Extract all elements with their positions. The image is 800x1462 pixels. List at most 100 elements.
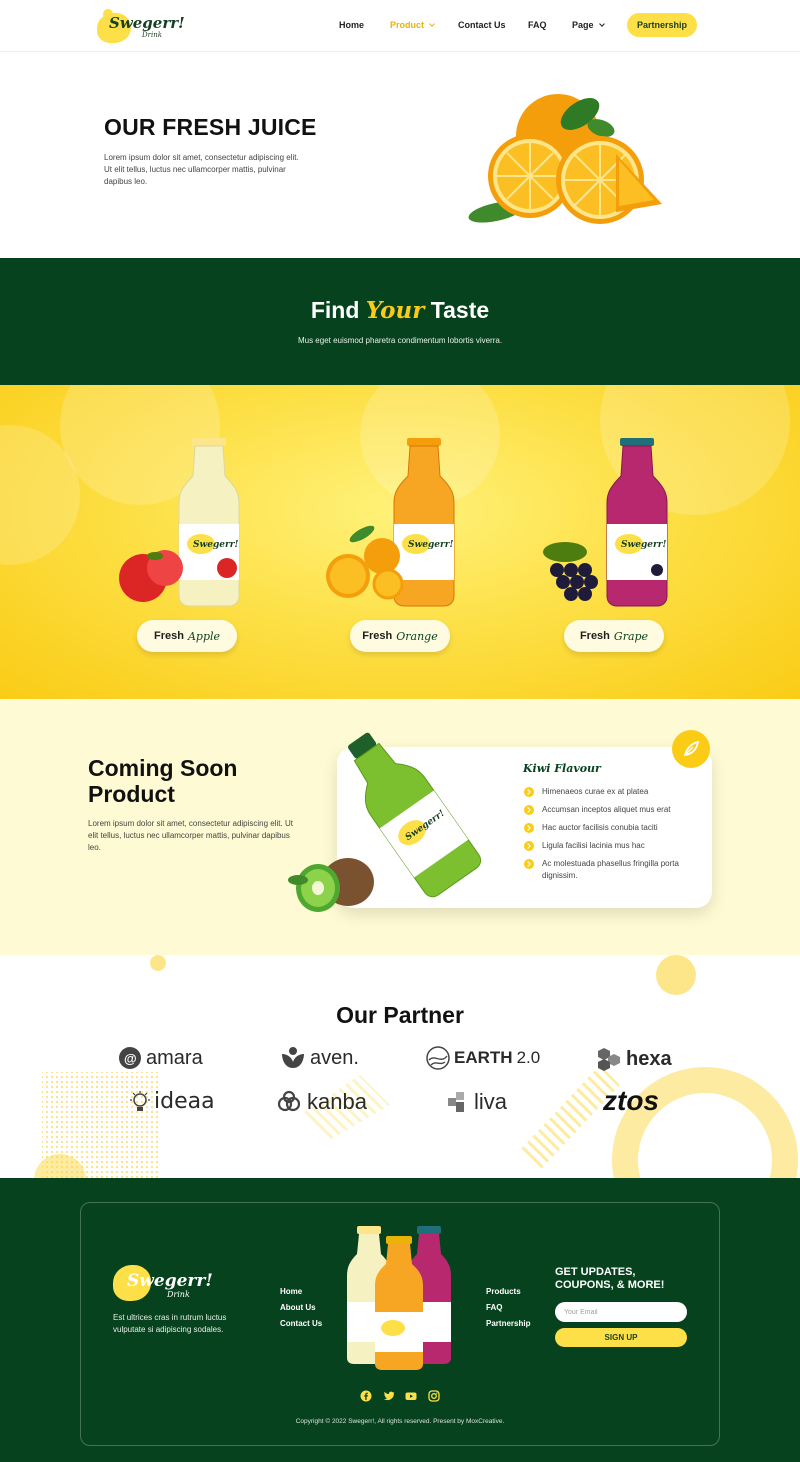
nav-label: FAQ: [528, 20, 547, 30]
logo-name: Swegerr!: [127, 1271, 213, 1291]
nav-label: Home: [339, 20, 365, 30]
footer-description: Est ultrices cras in rutrum luctus vulpu…: [113, 1313, 227, 1334]
label-prefix: Fresh: [362, 630, 393, 642]
aven-icon: [282, 1047, 304, 1068]
newsletter-title: GET UPDATES, COUPONS, & MORE!: [555, 1266, 665, 1291]
footer-link-about[interactable]: About Us: [280, 1303, 316, 1312]
brand-logo[interactable]: Swegerr! Drink: [97, 9, 185, 45]
svg-text:Swegerr!: Swegerr!: [193, 540, 238, 550]
kiwi-card-title: Kiwi Flavour: [523, 762, 601, 775]
coming-soon-title: Coming Soon Product: [88, 755, 238, 807]
feature-item: Accumsan inceptos aliquet mus erat: [524, 804, 694, 816]
product-label-apple[interactable]: Fresh Apple: [137, 620, 237, 652]
title-part: Taste: [430, 297, 490, 323]
signup-button[interactable]: SIGN UP: [555, 1328, 687, 1347]
arrow-circle-icon: [524, 787, 534, 797]
feature-text: Hac auctor facilisis conubia taciti: [542, 823, 658, 832]
title-highlight: Your: [365, 297, 425, 324]
partner-logo-kanba[interactable]: kanba: [277, 1089, 367, 1115]
label-flavor: Apple: [187, 629, 221, 643]
label-flavor: Grape: [613, 629, 649, 643]
arrow-circle-icon: [524, 841, 534, 851]
nav-label: Product: [390, 20, 425, 30]
footer-link-partnership[interactable]: Partnership: [486, 1319, 530, 1328]
nav-item-home[interactable]: Home: [339, 20, 364, 30]
leaf-badge: [672, 730, 710, 768]
coming-soon-text: Lorem ipsum dolor sit amet, consectetur …: [88, 819, 293, 852]
grape-bottle-image: Swegerr!: [543, 438, 668, 607]
leaf-icon: [683, 740, 700, 757]
footer-bottles-image: [347, 1226, 451, 1370]
partner-logo-liva[interactable]: liva: [446, 1089, 507, 1115]
lightbulb-icon: [130, 1090, 150, 1111]
nav-item-page[interactable]: Page: [572, 20, 605, 30]
chevron-down-icon: [598, 20, 605, 27]
top-navigation: Swegerr! Drink Home Product Contact Us F…: [0, 0, 800, 52]
partner-logo-aven[interactable]: aven.: [280, 1046, 359, 1070]
nav-item-product[interactable]: Product: [390, 20, 435, 30]
earth-icon: [426, 1046, 450, 1070]
footer-logo[interactable]: Swegerr! Drink: [113, 1263, 213, 1303]
partner-logo-ideaa[interactable]: ideaa: [130, 1089, 215, 1114]
partner-name: amara: [146, 1046, 203, 1069]
partner-name: ideaa: [154, 1089, 215, 1114]
instagram-icon[interactable]: [428, 1390, 440, 1402]
footer-link-products[interactable]: Products: [486, 1287, 521, 1296]
product-grape[interactable]: Swegerr!: [535, 436, 675, 608]
kanba-icon: [277, 1090, 301, 1112]
amara-icon: @: [119, 1047, 141, 1069]
nav-label: Contact Us: [458, 20, 506, 30]
svg-text:@: @: [124, 1051, 137, 1066]
partner-logo-amara[interactable]: @ amara: [118, 1046, 203, 1070]
product-orange[interactable]: Swegerr!: [322, 436, 462, 608]
hexa-icon: [598, 1048, 620, 1071]
feature-item: Himenaeos curae ex at platea: [524, 786, 694, 798]
footer-link-home[interactable]: Home: [280, 1287, 302, 1296]
find-taste-subtitle: Mus eget euismod pharetra condimentum lo…: [297, 336, 503, 345]
svg-text:Swegerr!: Swegerr!: [408, 540, 453, 550]
partner-name-suffix: 2.0: [516, 1048, 541, 1067]
arrow-circle-icon: [524, 859, 534, 869]
product-label-grape[interactable]: Fresh Grape: [564, 620, 664, 652]
hero-text: Lorem ipsum dolor sit amet, consectetur …: [104, 153, 299, 186]
logo-name: Swegerr!: [109, 14, 185, 32]
feature-item: Ac molestuada phasellus fringilla porta …: [524, 858, 694, 882]
logo-sub: Drink: [167, 1290, 190, 1299]
partner-name: kanba: [307, 1089, 367, 1114]
arrow-circle-icon: [524, 805, 534, 815]
hero-title: OUR FRESH JUICE: [104, 114, 317, 140]
svg-text:Swegerr!: Swegerr!: [621, 540, 666, 550]
logo-sub: Drink: [142, 31, 162, 39]
apple-bottle-image: Swegerr!: [119, 438, 240, 607]
nav-item-faq[interactable]: FAQ: [528, 20, 547, 30]
facebook-icon[interactable]: [360, 1390, 372, 1402]
feature-text: Accumsan inceptos aliquet mus erat: [542, 805, 671, 814]
footer-link-faq[interactable]: FAQ: [486, 1303, 502, 1312]
partner-logo-earth[interactable]: EARTH 2.0: [426, 1046, 540, 1070]
feature-item: Ligula facilisi lacinia mus hac: [524, 840, 694, 852]
feature-text: Ac molestuada phasellus fringilla porta …: [542, 859, 679, 880]
arrow-circle-icon: [524, 823, 534, 833]
partner-name: aven.: [310, 1046, 359, 1069]
label-prefix: Fresh: [153, 630, 184, 642]
partner-logo-hexa[interactable]: hexa: [596, 1046, 672, 1072]
product-apple[interactable]: Swegerr!: [115, 436, 245, 608]
product-label-orange[interactable]: Fresh Orange: [350, 620, 450, 652]
partner-logo-ztos[interactable]: ztos: [603, 1085, 659, 1117]
nav-item-contact[interactable]: Contact Us: [458, 20, 506, 30]
label-prefix: Fresh: [579, 630, 610, 642]
footer-link-contact[interactable]: Contact Us: [280, 1319, 322, 1328]
chevron-down-icon: [429, 20, 435, 27]
partner-name: ztos: [603, 1085, 659, 1116]
label-flavor: Orange: [396, 629, 438, 643]
twitter-icon[interactable]: [383, 1390, 395, 1402]
youtube-icon[interactable]: [405, 1390, 417, 1402]
orange-image: [468, 94, 662, 224]
liva-icon: [448, 1092, 464, 1112]
partner-name: EARTH: [454, 1048, 513, 1067]
nav-label: Page: [572, 20, 594, 30]
title-part: Find: [310, 297, 360, 323]
email-input[interactable]: [555, 1302, 687, 1322]
partnership-button[interactable]: Partnership: [627, 13, 697, 37]
orange-bottle-image: Swegerr!: [326, 438, 455, 607]
